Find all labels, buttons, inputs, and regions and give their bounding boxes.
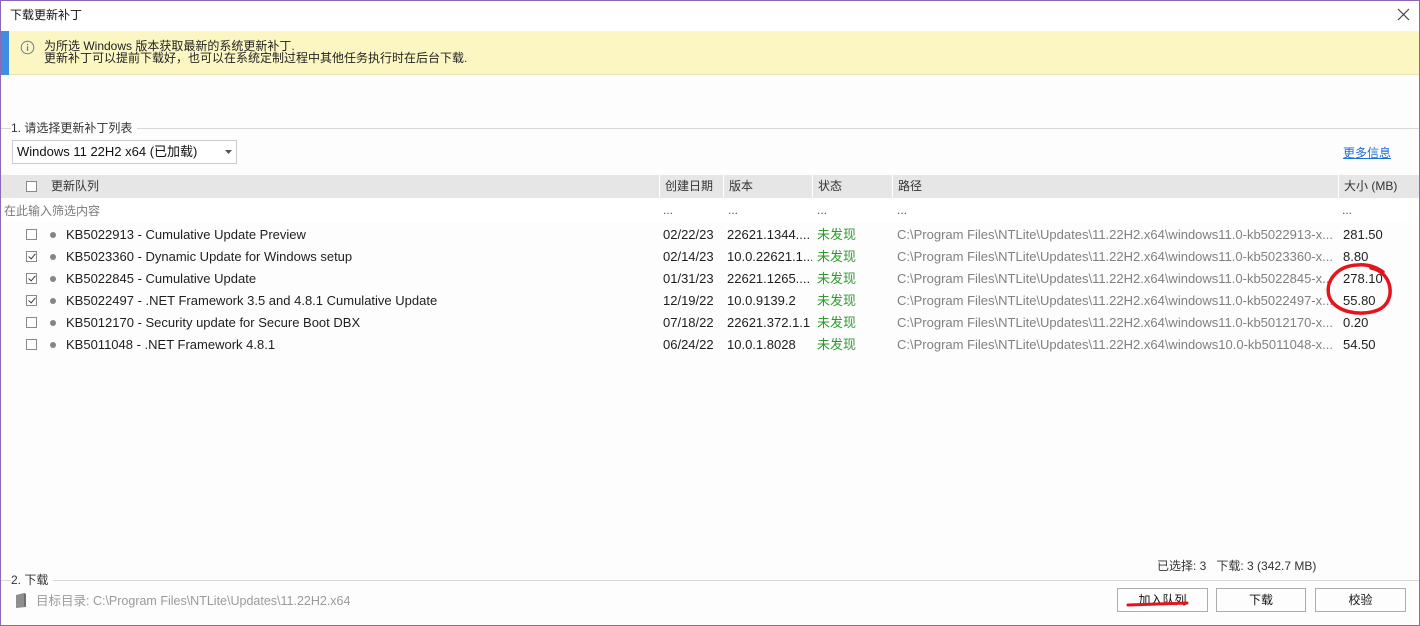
column-header-size[interactable]: 大小 (MB) [1339,175,1419,198]
column-header-name[interactable]: 更新队列 [1,175,659,198]
status-dot-icon [50,232,56,238]
table-row[interactable]: KB5012170 - Security update for Secure B… [1,312,1419,334]
update-version: 22621.1265.... [727,271,811,286]
update-version: 22621.372.1.1 [727,315,811,330]
table-row[interactable]: KB5011048 - .NET Framework 4.8.1 06/24/22… [1,334,1419,356]
update-date: 01/31/23 [663,271,714,286]
update-version: 10.0.9139.2 [727,293,796,308]
filter-size[interactable]: ... [1342,200,1352,220]
section-select-header: 1. 请选择更新补丁列表 [1,121,1419,135]
update-size: 55.80 [1343,293,1376,308]
update-list: KB5022913 - Cumulative Update Preview 02/… [1,224,1419,356]
column-header-name-label: 更新队列 [51,179,100,193]
row-checkbox[interactable] [26,295,37,306]
update-name: KB5022845 - Cumulative Update [66,271,257,286]
status-dot-icon [50,298,56,304]
row-checkbox[interactable] [26,339,37,350]
update-status: 未发现 [817,271,857,286]
filter-name-input[interactable] [4,200,654,222]
filter-date[interactable]: ... [663,200,673,220]
update-name: KB5022497 - .NET Framework 3.5 and 4.8.1… [66,293,438,308]
update-size: 54.50 [1343,337,1376,352]
update-status: 未发现 [817,315,857,330]
update-path: C:\Program Files\NTLite\Updates\11.22H2.… [897,293,1333,308]
update-date: 02/22/23 [663,227,714,242]
update-size: 281.50 [1343,227,1383,242]
target-directory: 目标目录: C:\Program Files\NTLite\Updates\11… [36,594,351,608]
column-header-date[interactable]: 创建日期 [660,175,723,198]
download-count: 下载: 3 (342.7 MB) [1216,559,1317,573]
close-icon[interactable] [1397,8,1410,21]
table-row[interactable]: KB5022497 - .NET Framework 3.5 and 4.8.1… [1,290,1419,312]
update-status: 未发现 [817,227,857,242]
enqueue-button[interactable]: 加入队列 [1117,588,1208,612]
row-checkbox[interactable] [26,229,37,240]
download-button[interactable]: 下载 [1216,588,1306,612]
info-icon [20,40,35,55]
banner-line-2: 更新补丁可以提前下载好，也可以在系统定制过程中其他任务执行时在后台下载. [44,51,468,65]
chevron-down-icon [225,150,232,154]
status-dot-icon [50,320,56,326]
select-all-checkbox[interactable] [26,181,37,192]
section-download-title: 2. 下载 [11,573,54,587]
update-path: C:\Program Files\NTLite\Updates\11.22H2.… [897,227,1333,242]
table-row[interactable]: KB5023360 - Dynamic Update for Windows s… [1,246,1419,268]
update-version: 10.0.1.8028 [727,337,796,352]
selected-count: 已选择: 3 [1157,559,1207,573]
column-header-version[interactable]: 版本 [724,175,812,198]
banner-accent-strip [1,31,9,75]
update-path: C:\Program Files\NTLite\Updates\11.22H2.… [897,315,1333,330]
update-date: 07/18/22 [663,315,714,330]
section-divider [1,128,1419,129]
update-status: 未发现 [817,293,857,308]
update-path: C:\Program Files\NTLite\Updates\11.22H2.… [897,337,1333,352]
update-path: C:\Program Files\NTLite\Updates\11.22H2.… [897,271,1333,286]
section-select-title: 1. 请选择更新补丁列表 [11,121,138,135]
download-updates-dialog: 下载更新补丁 为所选 Windows 版本获取最新的系统更新补丁. 更新补丁可以… [0,0,1420,626]
update-path: C:\Program Files\NTLite\Updates\11.22H2.… [897,249,1333,264]
update-size: 278.10 [1343,271,1383,286]
status-dot-icon [50,342,56,348]
update-size: 8.80 [1343,249,1369,264]
row-checkbox[interactable] [26,317,37,328]
update-name: KB5022913 - Cumulative Update Preview [66,227,306,242]
verify-button[interactable]: 校验 [1315,588,1406,612]
more-info-link[interactable]: 更多信息 [1343,145,1391,161]
table-row[interactable]: KB5022845 - Cumulative Update 01/31/23 226… [1,268,1419,290]
update-name: KB5012170 - Security update for Secure B… [66,315,361,330]
update-date: 06/24/22 [663,337,714,352]
section-download-header: 2. 下载 [1,573,1419,587]
update-name: KB5023360 - Dynamic Update for Windows s… [66,249,353,264]
table-header: 更新队列 创建日期 版本 状态 路径 大小 (MB) [1,175,1419,198]
update-version: 22621.1344.... [727,227,811,242]
dropdown-value: Windows 11 22H2 x64 (已加载) [17,144,198,159]
section-divider [1,580,1419,581]
filter-version[interactable]: ... [728,200,738,220]
update-date: 12/19/22 [663,293,714,308]
table-row[interactable]: KB5022913 - Cumulative Update Preview 02/… [1,224,1419,246]
row-checkbox[interactable] [26,273,37,284]
selection-summary: 已选择: 3 下载: 3 (342.7 MB) [1157,558,1316,574]
filter-path[interactable]: ... [897,200,907,220]
update-size: 0.20 [1343,315,1369,330]
column-header-status[interactable]: 状态 [813,175,892,198]
window-title: 下载更新补丁 [10,8,83,22]
column-header-path[interactable]: 路径 [893,175,1338,198]
filter-row: ... ... ... ... ... [1,200,1419,222]
update-date: 02/14/23 [663,249,714,264]
update-name: KB5011048 - .NET Framework 4.8.1 [66,337,276,352]
update-version: 10.0.22621.1... [727,249,812,264]
row-checkbox[interactable] [26,251,37,262]
filter-status[interactable]: ... [817,200,827,220]
drive-icon [16,593,26,608]
title-bar: 下载更新补丁 [1,1,1419,31]
info-banner: 为所选 Windows 版本获取最新的系统更新补丁. 更新补丁可以提前下载好，也… [1,31,1419,75]
status-dot-icon [50,276,56,282]
update-status: 未发现 [817,249,857,264]
status-dot-icon [50,254,56,260]
update-status: 未发现 [817,337,857,352]
version-dropdown[interactable]: Windows 11 22H2 x64 (已加载) [12,140,237,164]
